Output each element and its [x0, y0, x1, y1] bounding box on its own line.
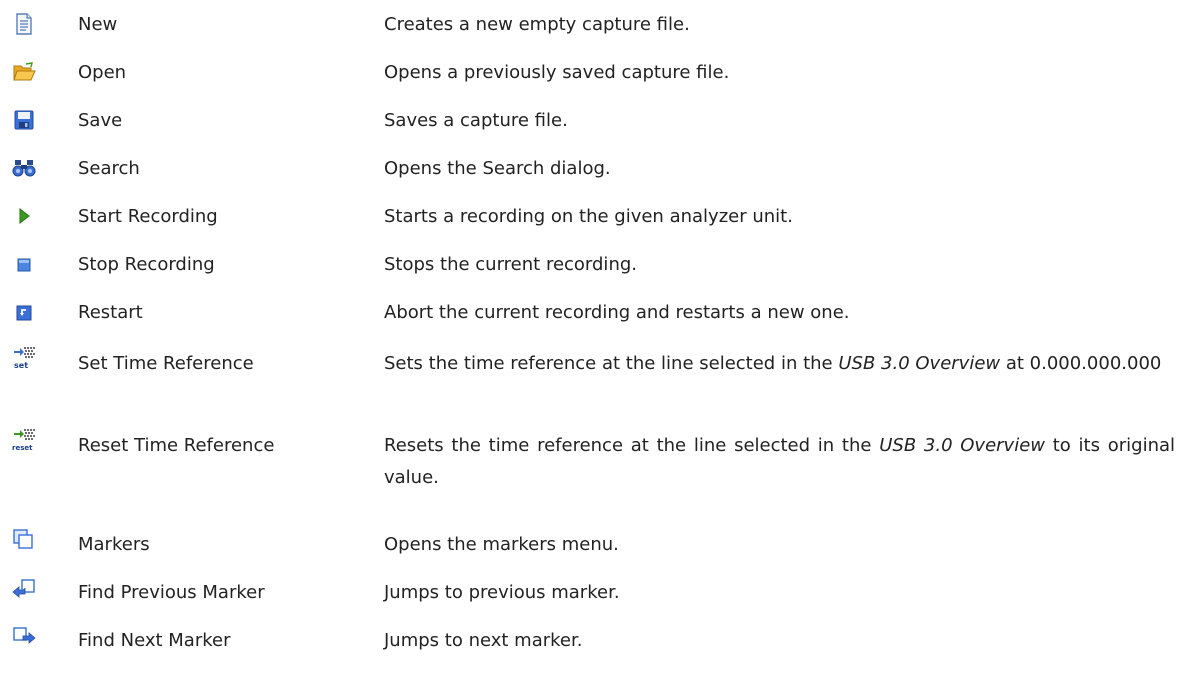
command-description: Starts a recording on the given analyzer… [384, 206, 793, 227]
command-name: Start Recording [78, 206, 218, 227]
command-name: Search [78, 158, 140, 179]
command-description: Opens the Search dialog. [384, 158, 611, 179]
command-name: Markers [78, 534, 150, 555]
save-floppy-icon [12, 108, 36, 132]
command-description: Opens a previously saved capture file. [384, 62, 730, 83]
command-name: Set Time Reference [78, 353, 254, 374]
reset-time-reference-icon: reset [12, 428, 36, 452]
command-description: Stops the current recording. [384, 254, 637, 275]
description-text: at 0.000.000.000 [1000, 353, 1162, 374]
command-name: Find Next Marker [78, 630, 231, 651]
command-name: New [78, 14, 118, 35]
command-name: Find Previous Marker [78, 582, 265, 603]
binoculars-icon [12, 156, 36, 180]
find-next-marker-icon [12, 626, 36, 650]
command-name: Open [78, 62, 127, 83]
view-reference: USB 3.0 Overview [879, 435, 1046, 456]
command-description: Saves a capture file. [384, 110, 568, 131]
command-description: Sets the time reference at the line sele… [384, 348, 1175, 380]
command-description: Jumps to previous marker. [384, 582, 620, 603]
set-time-reference-icon: set [12, 346, 36, 370]
command-name: Save [78, 110, 123, 131]
command-name: Reset Time Reference [78, 435, 275, 456]
command-description: Opens the markers menu. [384, 534, 619, 555]
command-description: Creates a new empty capture file. [384, 14, 690, 35]
restart-icon [12, 300, 36, 324]
svg-text:set: set [14, 361, 28, 370]
stop-icon [12, 252, 36, 276]
command-description: Resets the time reference at the line se… [384, 430, 1175, 494]
markers-icon [12, 528, 36, 552]
view-reference: USB 3.0 Overview [838, 353, 1001, 374]
command-name: Stop Recording [78, 254, 215, 275]
command-name: Restart [78, 302, 143, 323]
description-text: Sets the time reference at the line sele… [384, 353, 839, 374]
play-icon [12, 204, 36, 228]
open-folder-icon [12, 60, 36, 84]
command-description: Jumps to next marker. [384, 630, 583, 651]
find-previous-marker-icon [12, 578, 36, 602]
new-document-icon [12, 12, 36, 36]
description-text: Resets the time reference at the line se… [384, 435, 880, 456]
command-description: Abort the current recording and restarts… [384, 302, 850, 323]
svg-text:reset: reset [12, 444, 33, 452]
